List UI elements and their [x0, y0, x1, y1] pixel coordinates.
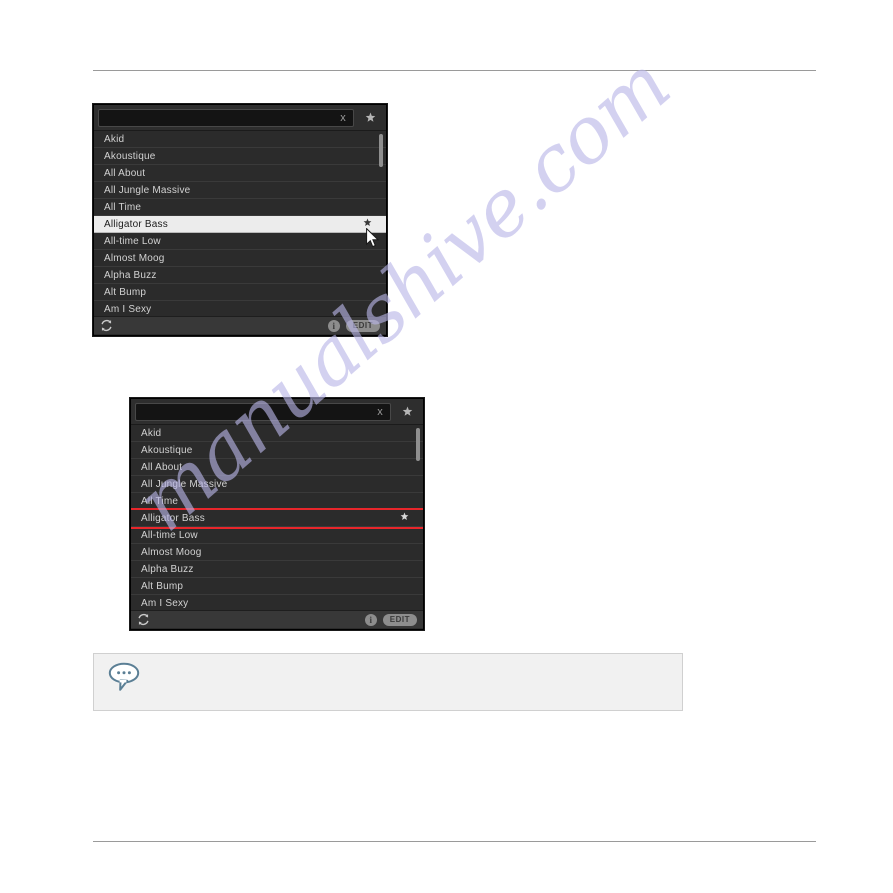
browser-panel-bottom: x Akid Akoustique All About All Jungle Mass… [130, 398, 424, 630]
panel-footer-bottom: i EDIT [131, 610, 423, 628]
list-item-label: Alligator Bass [104, 218, 168, 230]
list-item[interactable]: Almost Moog [131, 544, 423, 561]
list-item[interactable]: Akoustique [131, 442, 423, 459]
list-item-label: Akoustique [104, 150, 156, 162]
list-item[interactable]: All Jungle Massive [94, 182, 386, 199]
list-item[interactable]: Am I Sexy [131, 595, 423, 610]
list-item-label: All About [141, 461, 183, 473]
list-item-label: Akid [104, 133, 125, 145]
footer-actions-bottom: i EDIT [364, 613, 417, 626]
list-item[interactable]: All About [131, 459, 423, 476]
search-row: x [94, 105, 386, 131]
close-x-icon[interactable]: x [337, 111, 349, 125]
info-icon[interactable]: i [364, 613, 377, 626]
mouse-pointer-arrow-icon [366, 227, 380, 249]
scrollbar-thumb[interactable] [416, 428, 420, 461]
list-item-label: All-time Low [141, 529, 198, 541]
list-item[interactable]: Alligator Bass [131, 508, 423, 529]
list-item[interactable]: All Time [131, 493, 423, 510]
list-item-label: Alligator Bass [141, 512, 205, 524]
list-item[interactable]: Akid [94, 131, 386, 148]
list-item[interactable]: Alligator Bass [94, 216, 386, 233]
list-item[interactable]: Alpha Buzz [131, 561, 423, 578]
browser-list-bottom[interactable]: Akid Akoustique All About All Jungle Massiv… [131, 425, 423, 610]
list-item-label: All Jungle Massive [141, 478, 228, 490]
star-icon[interactable] [395, 402, 419, 422]
star-icon[interactable] [358, 108, 382, 128]
note-text [141, 654, 682, 664]
page-footer-rule [93, 841, 816, 842]
list-item-label: All Time [141, 495, 179, 507]
list-item-label: Akoustique [141, 444, 193, 456]
list-item[interactable]: All-time Low [94, 233, 386, 250]
list-item[interactable]: Akid [131, 425, 423, 442]
speech-bubble-ellipsis-icon [107, 660, 141, 692]
list-item-label: Alpha Buzz [141, 563, 194, 575]
list-item-label: Am I Sexy [141, 597, 189, 609]
list-item-label: Am I Sexy [104, 303, 152, 315]
list-item[interactable]: Am I Sexy [94, 301, 386, 316]
footer-actions-top: i EDIT [327, 319, 380, 332]
list-item[interactable]: Alt Bump [131, 578, 423, 595]
list-item[interactable]: All Time [94, 199, 386, 216]
browser-panel-top: x Akid Akoustique All About All Jungle Mass… [93, 104, 387, 336]
close-x-icon[interactable]: x [374, 405, 386, 419]
list-item[interactable]: All About [94, 165, 386, 182]
list-item-label: Almost Moog [104, 252, 165, 264]
browser-list-top[interactable]: Akid Akoustique All About All Jungle Massiv… [94, 131, 386, 316]
list-item[interactable]: Almost Moog [94, 250, 386, 267]
list-item-label: All About [104, 167, 146, 179]
list-item-label: Alt Bump [104, 286, 147, 298]
list-item-label: Almost Moog [141, 546, 202, 558]
note-callout [93, 653, 683, 711]
search-input[interactable]: x [135, 402, 391, 421]
edit-button[interactable]: EDIT [382, 613, 417, 626]
list-item[interactable]: Alpha Buzz [94, 267, 386, 284]
document-page: x Akid Akoustique All About All Jungle Mass… [0, 0, 893, 893]
list-scrollbar[interactable] [379, 134, 383, 313]
list-item[interactable]: All Jungle Massive [131, 476, 423, 493]
list-item-label: Alpha Buzz [104, 269, 157, 281]
edit-button[interactable]: EDIT [345, 319, 380, 332]
sync-refresh-icon[interactable] [100, 319, 113, 332]
info-icon[interactable]: i [327, 319, 340, 332]
list-item[interactable]: Akoustique [94, 148, 386, 165]
search-row: x [131, 399, 423, 425]
list-item[interactable]: All-time Low [131, 527, 423, 544]
list-item-label: All-time Low [104, 235, 161, 247]
list-item-label: All Jungle Massive [104, 184, 191, 196]
page-header-rule [93, 70, 816, 71]
list-item-label: Alt Bump [141, 580, 184, 592]
list-item-label: All Time [104, 201, 142, 213]
search-input[interactable]: x [98, 108, 354, 127]
list-item[interactable]: Alt Bump [94, 284, 386, 301]
panel-footer-top: i EDIT [94, 316, 386, 334]
list-item-label: Akid [141, 427, 162, 439]
favorite-star-icon[interactable] [400, 512, 415, 524]
sync-refresh-icon[interactable] [137, 613, 150, 626]
scrollbar-thumb[interactable] [379, 134, 383, 167]
